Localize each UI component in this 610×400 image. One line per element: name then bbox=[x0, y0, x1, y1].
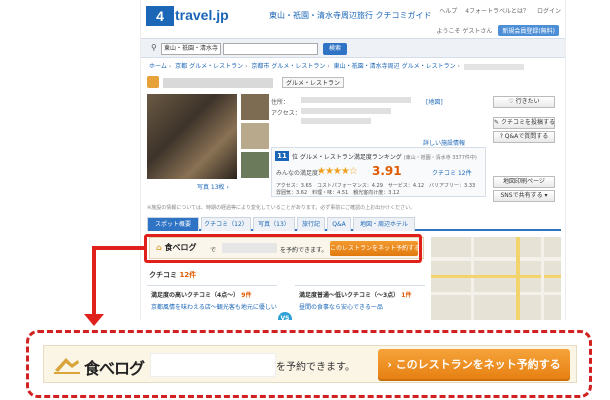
breadcrumb-item[interactable]: 東山・祇園・清水寺周辺 グルメ・レストラン bbox=[334, 63, 456, 70]
tab-overview[interactable]: スポット概要 bbox=[147, 217, 199, 231]
subscores: アクセス：3.65 コストパフォーマンス：4.29 サービス：4.12 バリアフ… bbox=[276, 183, 475, 197]
login-link[interactable]: ログイン bbox=[537, 8, 561, 15]
address-label: 住所： bbox=[271, 99, 290, 106]
restaurant-title-row: グルメ・レストラン bbox=[147, 76, 557, 90]
logo-text: travel.jp bbox=[175, 7, 229, 23]
low-reviews-title: 満足度普通～低いクチコミ（～3点） 1件 bbox=[299, 292, 412, 299]
search-icon: ⚲ bbox=[151, 43, 157, 52]
breadcrumb-blurred bbox=[463, 63, 524, 70]
about-link[interactable]: 4フォートラベルとは？ bbox=[465, 8, 529, 15]
help-link[interactable]: ヘルプ bbox=[439, 8, 457, 15]
tab-photos[interactable]: 写真（13） bbox=[253, 217, 295, 231]
more-info-link[interactable]: 詳しい施設情報 bbox=[423, 138, 465, 147]
tab-bar: スポット概要 クチコミ（12） 写真（13） 旅行記 Q&A 地図・周辺ホテル bbox=[147, 217, 561, 231]
category-tag: グルメ・レストラン bbox=[282, 77, 345, 88]
callout-net-reserve-button[interactable]: › このレストランをネット予約する bbox=[378, 349, 570, 381]
review-link[interactable]: 京都風情を味わえる店～観光客も地元に優しい bbox=[151, 302, 277, 311]
highlight-box bbox=[144, 234, 422, 263]
search-bar: ⚲ 東山・祇園・清水寺 検索 bbox=[141, 38, 565, 58]
search-input[interactable] bbox=[223, 43, 318, 55]
map-road bbox=[471, 237, 474, 320]
rating-box: 11 位 グルメ・レストラン満足度ランキング (東山・祇園・清水寺 3377件中… bbox=[271, 147, 486, 197]
breadcrumb-item[interactable]: 京都 グルメ・レストラン bbox=[175, 63, 243, 70]
breadcrumb: ホーム › 京都 グルメ・レストラン › 京都市 グルメ・レストラン › 東山・祇園・… bbox=[149, 61, 524, 70]
star-rating: ★★★★☆ bbox=[317, 166, 358, 177]
callout-arrow bbox=[92, 248, 96, 318]
photo-thumbnail[interactable] bbox=[241, 123, 269, 149]
search-button[interactable]: 検索 bbox=[323, 43, 347, 55]
want-to-go-button[interactable]: ♡ 行きたい bbox=[493, 96, 555, 108]
high-reviews-title: 満足度の高いクチコミ（4点～） 9件 bbox=[151, 292, 252, 299]
tab-map-hotels[interactable]: 地図・周辺ホテル bbox=[353, 217, 415, 231]
site-logo[interactable]: 4 travel.jp bbox=[146, 6, 266, 26]
top-links: ヘルプ 4フォートラベルとは？ ログイン bbox=[433, 6, 561, 15]
site-subtitle: 東山・祇園・清水寺周辺旅行 クチコミガイド bbox=[269, 11, 432, 20]
subscores-line: 雰囲気：3.62 料理・味：4.51 観光客向け度：3.12 bbox=[276, 190, 400, 196]
mini-map[interactable] bbox=[431, 237, 561, 320]
review-count-link[interactable]: クチコミ 12件 bbox=[432, 168, 472, 177]
logo-mark: 4 bbox=[146, 6, 174, 26]
chef-hat-icon bbox=[54, 358, 80, 374]
rank-text: 位 グルメ・レストラン満足度ランキング (東山・祇園・清水寺 3377件中) bbox=[292, 154, 477, 161]
photo-thumbnail[interactable] bbox=[241, 94, 269, 120]
tab-reviews[interactable]: クチコミ（12） bbox=[201, 217, 251, 231]
restaurant-name-blurred bbox=[150, 353, 276, 377]
callout-reservation-strip: 食べログ を予約できます。 › このレストランをネット予約する bbox=[43, 345, 577, 383]
callout-arrow bbox=[92, 246, 147, 250]
info-blurred bbox=[301, 118, 371, 124]
reviews-heading: クチコミ 12件 bbox=[149, 271, 197, 279]
map-main-road bbox=[516, 237, 520, 320]
tab-qa[interactable]: Q&A bbox=[327, 217, 351, 231]
enlarged-callout: 食べログ を予約できます。 › このレストランをネット予約する bbox=[26, 330, 592, 398]
photo-count-link[interactable]: 写真 13枚 › bbox=[197, 182, 229, 191]
main-photo[interactable] bbox=[147, 94, 237, 179]
arrow-head-icon bbox=[84, 314, 104, 326]
breadcrumb-item[interactable]: 京都市 グルメ・レストラン bbox=[251, 63, 325, 70]
callout-reserve-text: を予約できます。 bbox=[276, 362, 355, 373]
post-review-button[interactable]: ✎ クチコミを投稿する bbox=[493, 117, 555, 129]
subscores-line: アクセス：3.65 コストパフォーマンス：4.29 サービス：4.12 バリアフ… bbox=[276, 183, 476, 189]
rank-number: 11 bbox=[275, 151, 289, 161]
tab-travelogue[interactable]: 旅行記 bbox=[297, 217, 325, 231]
restaurant-icon bbox=[147, 76, 159, 88]
welcome-bar: ようこそ ゲストさん 新規会員登録(無料) bbox=[436, 25, 559, 36]
register-button[interactable]: 新規会員登録(無料) bbox=[498, 25, 559, 36]
low-rating-reviews: 満足度普通～低いクチコミ（～3点） 1件 昼間の食事なら安心できる一品 bbox=[295, 285, 425, 320]
restaurant-name-blurred bbox=[163, 78, 273, 88]
map-link[interactable]: [地図] bbox=[426, 97, 443, 106]
notice-text: ※施設の情報については、時期の経過等により変化していることがあります。必ず事前に… bbox=[147, 205, 416, 211]
search-area-select[interactable]: 東山・祇園・清水寺 bbox=[161, 43, 221, 55]
vs-badge: VS bbox=[278, 312, 292, 320]
ask-question-button[interactable]: ? Q&Aで質問する bbox=[493, 131, 555, 143]
page-screenshot: 4 travel.jp 東山・祇園・清水寺周辺旅行 クチコミガイド ヘルプ 4フ… bbox=[140, 0, 566, 320]
review-link[interactable]: 昼間の食事なら安心できる一品 bbox=[299, 302, 383, 311]
high-rating-reviews: 満足度の高いクチコミ（4点～） 9件 京都風情を味わえる店～観光客も地元に優しい bbox=[147, 285, 277, 320]
tabelog-wordmark: 食べログ bbox=[84, 359, 145, 378]
address-blurred bbox=[301, 97, 411, 103]
share-sns-button[interactable]: SNSで共有する ▾ bbox=[493, 190, 555, 202]
access-label: アクセス： bbox=[271, 110, 301, 117]
welcome-text: ようこそ ゲストさん bbox=[436, 28, 493, 35]
tabelog-logo-large: 食べログ bbox=[52, 354, 145, 378]
print-map-button[interactable]: 地図印刷ページ bbox=[493, 176, 555, 188]
map-road bbox=[541, 237, 544, 320]
score-value: 3.91 bbox=[372, 164, 402, 178]
access-blurred bbox=[301, 108, 391, 114]
breadcrumb-item[interactable]: ホーム bbox=[149, 63, 167, 70]
photo-thumbnail[interactable] bbox=[241, 152, 269, 178]
